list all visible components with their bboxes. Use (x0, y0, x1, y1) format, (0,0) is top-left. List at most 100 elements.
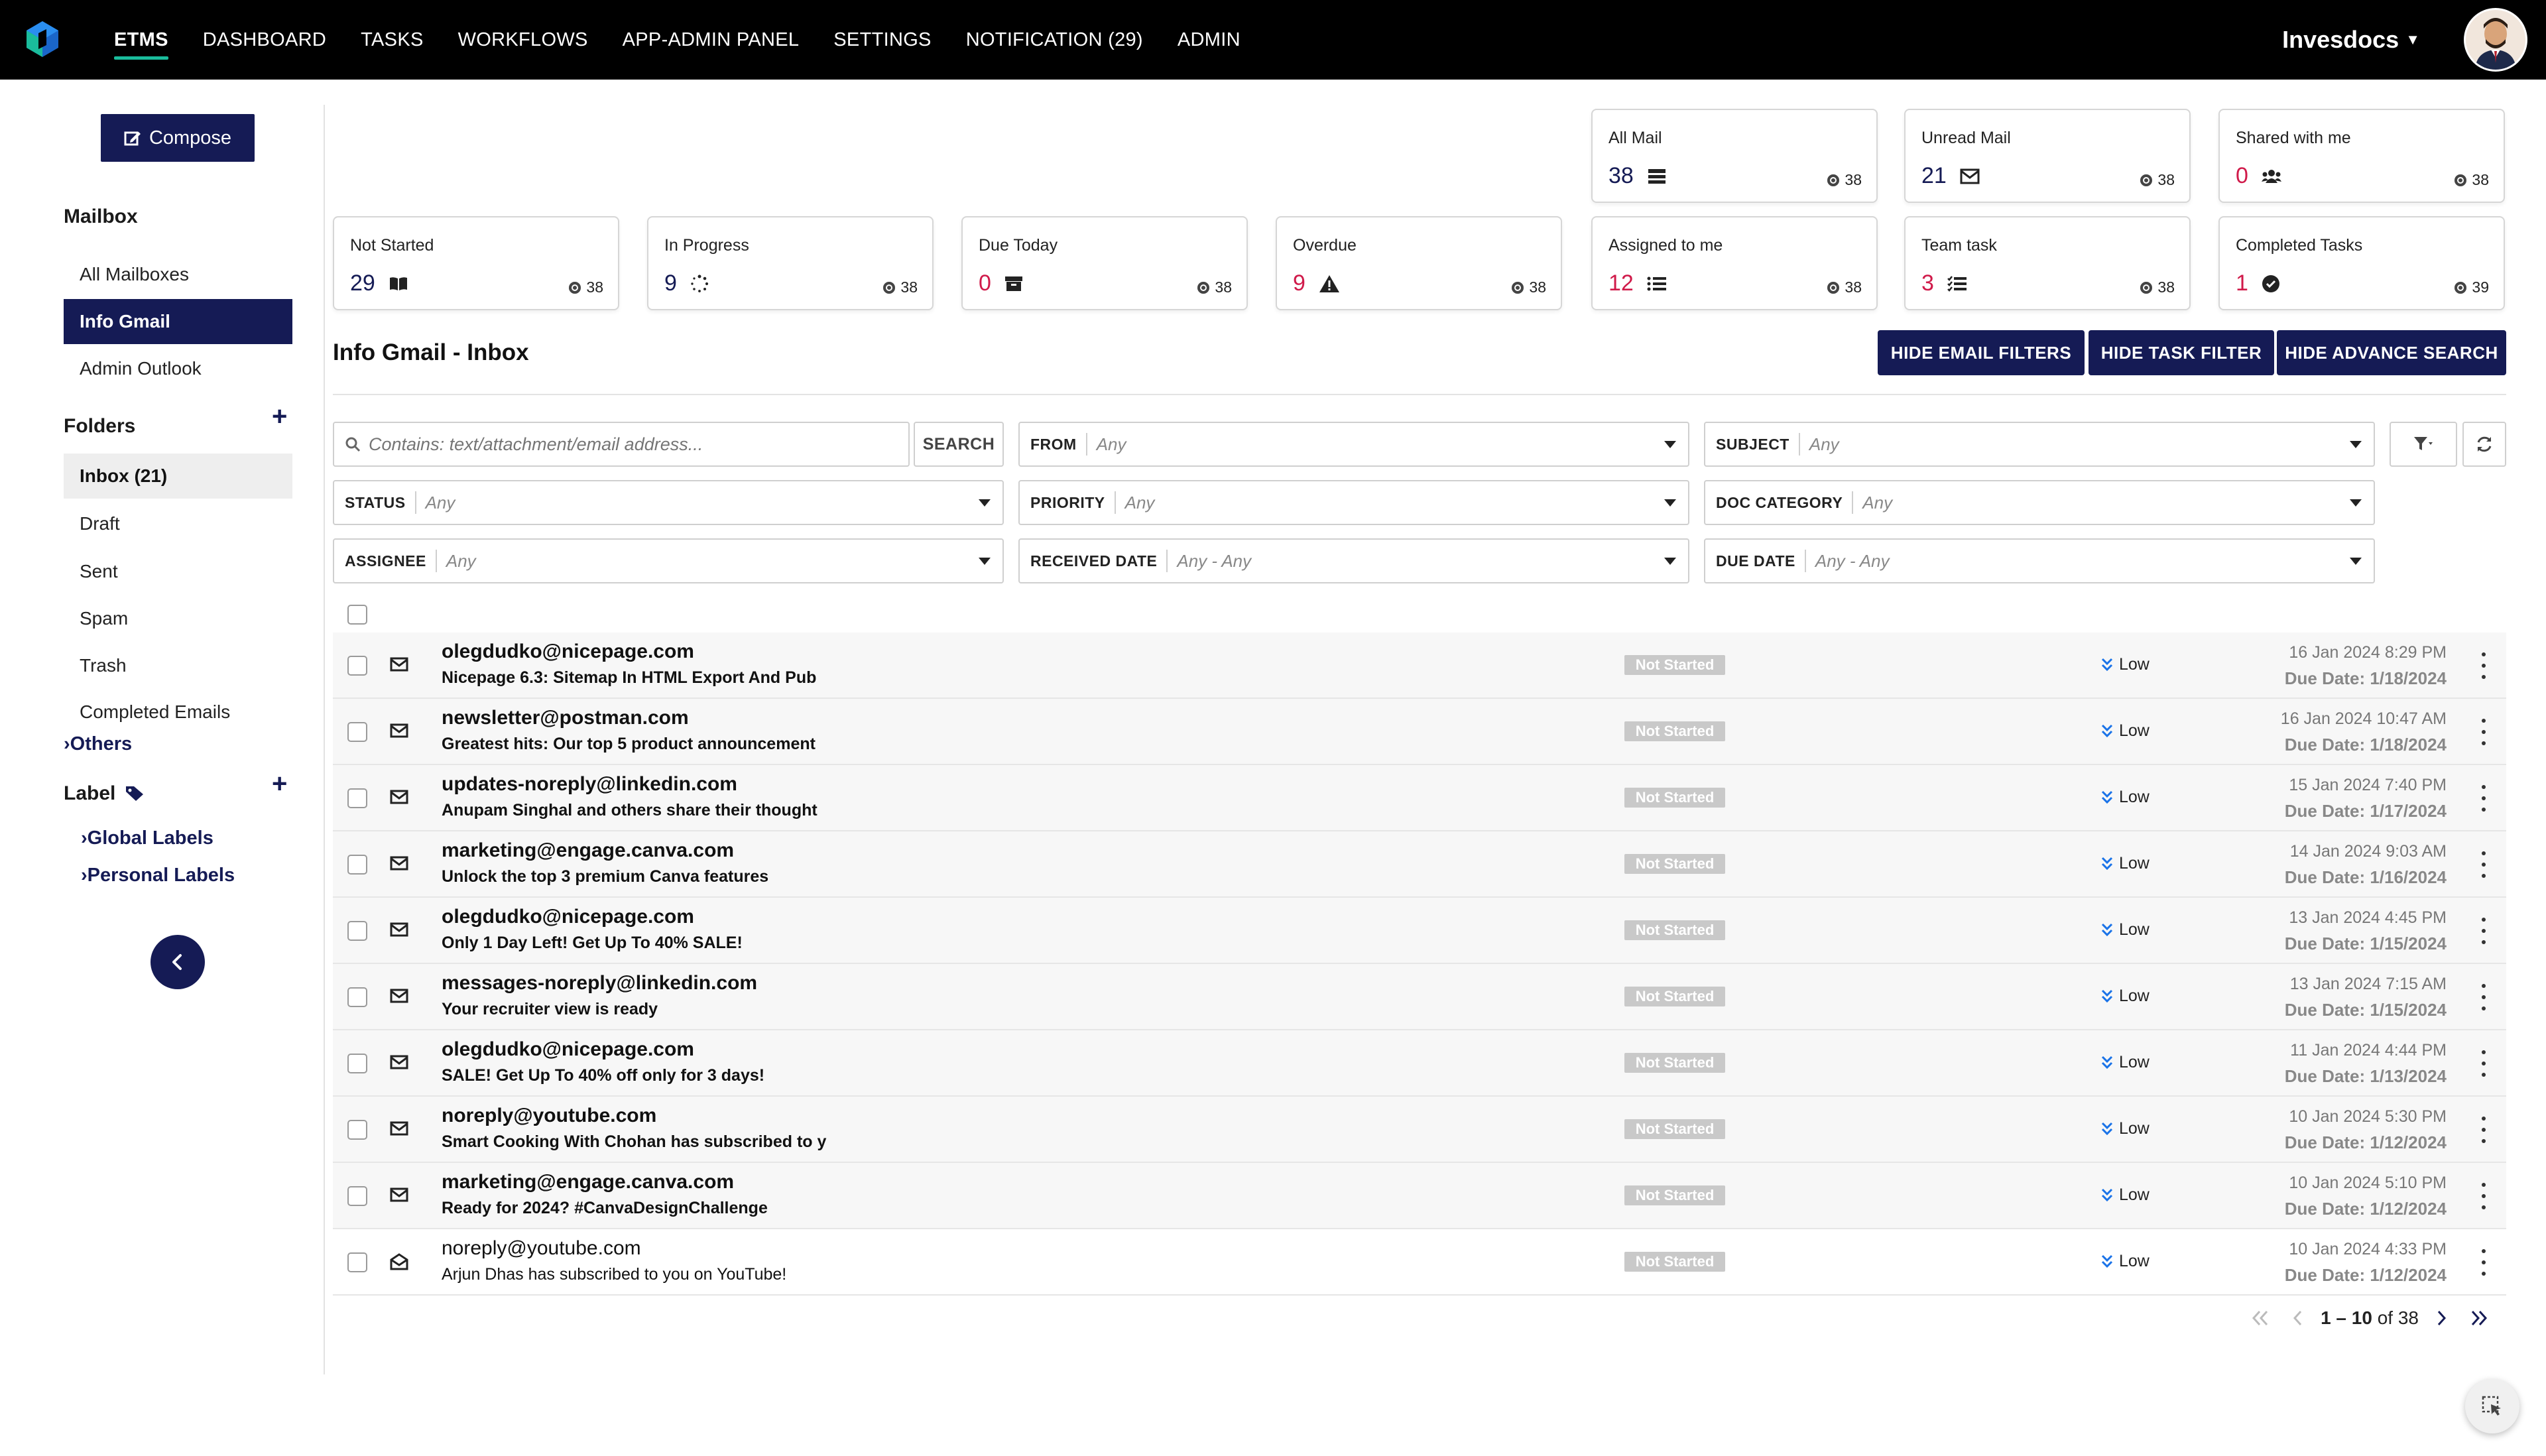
filter-from[interactable]: FROM Any (1018, 422, 1689, 467)
label-heading-text: Label (64, 782, 116, 804)
email-due-date: Due Date: 1/15/2024 (2284, 934, 2447, 953)
row-checkbox[interactable] (347, 1120, 367, 1140)
label-global-text: Global Labels (87, 827, 213, 849)
filter-subject[interactable]: SUBJECT Any (1704, 422, 2375, 467)
search-button[interactable]: SEARCH (914, 422, 1004, 467)
prev-page-icon[interactable] (2291, 1309, 2305, 1327)
folder-inbox[interactable]: Inbox (21) (64, 454, 292, 499)
nav-workflows[interactable]: WORKFLOWS (458, 0, 588, 80)
filter-status[interactable]: STATUS Any (333, 480, 1004, 525)
card-due-today[interactable]: Due Today 0 38 (961, 216, 1248, 310)
nav-etms[interactable]: ETMS (114, 0, 168, 80)
nav-settings[interactable]: SETTINGS (833, 0, 931, 80)
dropdown-arrow-icon (1664, 557, 1676, 565)
hide-email-filters-button[interactable]: HIDE EMAIL FILTERS (1878, 330, 2085, 375)
nav-app-admin-panel[interactable]: APP-ADMIN PANEL (623, 0, 800, 80)
email-row[interactable]: messages-noreply@linkedin.com Your recru… (333, 964, 2506, 1030)
row-checkbox[interactable] (347, 788, 367, 808)
envelope-icon (1960, 168, 1980, 184)
compose-button[interactable]: Compose (101, 114, 255, 162)
card-completed-tasks[interactable]: Completed Tasks 1 39 (2218, 216, 2505, 310)
nav-dashboard[interactable]: DASHBOARD (203, 0, 326, 80)
last-page-icon[interactable] (2469, 1309, 2489, 1327)
card-unread-mail[interactable]: Unread Mail 21 38 (1904, 109, 2191, 203)
folder-draft[interactable]: Draft (64, 501, 292, 546)
card-in-progress[interactable]: In Progress 9 38 (647, 216, 934, 310)
more-options-icon[interactable] (2480, 1050, 2488, 1077)
floating-action-button[interactable] (2465, 1379, 2519, 1433)
priority-label: Low (2119, 655, 2150, 674)
card-title: Team task (1921, 236, 1997, 255)
more-options-icon[interactable] (2480, 918, 2488, 944)
more-options-icon[interactable] (2480, 1249, 2488, 1276)
row-checkbox[interactable] (347, 987, 367, 1007)
email-row[interactable]: marketing@engage.canva.com Unlock the to… (333, 831, 2506, 898)
label-global[interactable]: ›Global Labels (81, 827, 213, 849)
add-folder-icon[interactable]: + (272, 402, 287, 432)
email-row[interactable]: olegdudko@nicepage.com Only 1 Day Left! … (333, 898, 2506, 964)
email-subject: Only 1 Day Left! Get Up To 40% SALE! (442, 934, 743, 952)
next-page-icon[interactable] (2435, 1309, 2448, 1327)
folder-completed-emails[interactable]: Completed Emails (64, 690, 292, 735)
status-badge: Not Started (1624, 987, 1725, 1006)
nav-tasks[interactable]: TASKS (361, 0, 423, 80)
mailbox-info-gmail[interactable]: Info Gmail (64, 299, 292, 344)
more-options-icon[interactable] (2480, 785, 2488, 812)
row-checkbox[interactable] (347, 855, 367, 875)
folder-spam[interactable]: Spam (64, 596, 292, 641)
more-options-icon[interactable] (2480, 719, 2488, 745)
row-checkbox[interactable] (347, 656, 367, 676)
card-all-mail[interactable]: All Mail 38 38 (1591, 109, 1878, 203)
filter-doc-category[interactable]: DOC CATEGORY Any (1704, 480, 2375, 525)
filter-due-date[interactable]: DUE DATE Any - Any (1704, 538, 2375, 583)
refresh-button[interactable] (2462, 422, 2506, 467)
card-assigned-to-me[interactable]: Assigned to me 12 38 (1591, 216, 1878, 310)
card-not-started[interactable]: Not Started 29 38 (333, 216, 619, 310)
card-overdue[interactable]: Overdue 9 38 (1276, 216, 1562, 310)
email-date: 14 Jan 2024 9:03 AM (2289, 842, 2447, 861)
card-count: 38 (2455, 171, 2489, 189)
email-row[interactable]: olegdudko@nicepage.com SALE! Get Up To 4… (333, 1030, 2506, 1097)
filter-options-button[interactable] (2390, 422, 2457, 467)
label-personal[interactable]: ›Personal Labels (81, 865, 235, 886)
more-options-icon[interactable] (2480, 1117, 2488, 1143)
nav-admin[interactable]: ADMIN (1178, 0, 1241, 80)
select-all-checkbox[interactable] (347, 605, 367, 625)
app-logo[interactable] (25, 20, 60, 58)
row-checkbox[interactable] (347, 1054, 367, 1073)
search-input[interactable] (367, 433, 908, 455)
mailbox-admin-outlook[interactable]: Admin Outlook (64, 346, 292, 391)
card-shared-with-me[interactable]: Shared with me 0 38 (2218, 109, 2505, 203)
filter-priority[interactable]: PRIORITY Any (1018, 480, 1689, 525)
collapse-sidebar-button[interactable] (151, 935, 205, 989)
row-checkbox[interactable] (347, 1186, 367, 1206)
email-row[interactable]: olegdudko@nicepage.com Nicepage 6.3: Sit… (333, 633, 2506, 699)
nav-notification[interactable]: NOTIFICATION (29) (966, 0, 1143, 80)
folder-others[interactable]: ›Others (64, 733, 132, 755)
more-options-icon[interactable] (2480, 1183, 2488, 1209)
email-row[interactable]: updates-noreply@linkedin.com Anupam Sing… (333, 765, 2506, 831)
user-avatar[interactable] (2464, 8, 2527, 72)
card-team-task[interactable]: Team task 3 38 (1904, 216, 2191, 310)
org-switcher[interactable]: Invesdocs ▼ (2282, 0, 2420, 80)
hide-task-filter-button[interactable]: HIDE TASK FILTER (2089, 330, 2274, 375)
filter-received-date[interactable]: RECEIVED DATE Any - Any (1018, 538, 1689, 583)
row-checkbox[interactable] (347, 1252, 367, 1272)
email-row[interactable]: noreply@youtube.com Smart Cooking With C… (333, 1097, 2506, 1163)
row-checkbox[interactable] (347, 722, 367, 742)
more-options-icon[interactable] (2480, 851, 2488, 878)
more-options-icon[interactable] (2480, 984, 2488, 1010)
filter-assignee[interactable]: ASSIGNEE Any (333, 538, 1004, 583)
email-row[interactable]: marketing@engage.canva.com Ready for 202… (333, 1163, 2506, 1229)
first-page-icon[interactable] (2250, 1309, 2270, 1327)
folder-sent[interactable]: Sent (64, 549, 292, 594)
folder-trash[interactable]: Trash (64, 643, 292, 688)
add-label-icon[interactable]: + (272, 769, 287, 799)
email-due-date: Due Date: 1/17/2024 (2284, 801, 2447, 821)
email-row[interactable]: newsletter@postman.com Greatest hits: Ou… (333, 699, 2506, 765)
row-checkbox[interactable] (347, 921, 367, 941)
hide-advance-search-button[interactable]: HIDE ADVANCE SEARCH (2277, 330, 2506, 375)
more-options-icon[interactable] (2480, 652, 2488, 679)
mailbox-all-mailboxes[interactable]: All Mailboxes (64, 252, 292, 297)
email-row[interactable]: noreply@youtube.com Arjun Dhas has subsc… (333, 1229, 2506, 1296)
